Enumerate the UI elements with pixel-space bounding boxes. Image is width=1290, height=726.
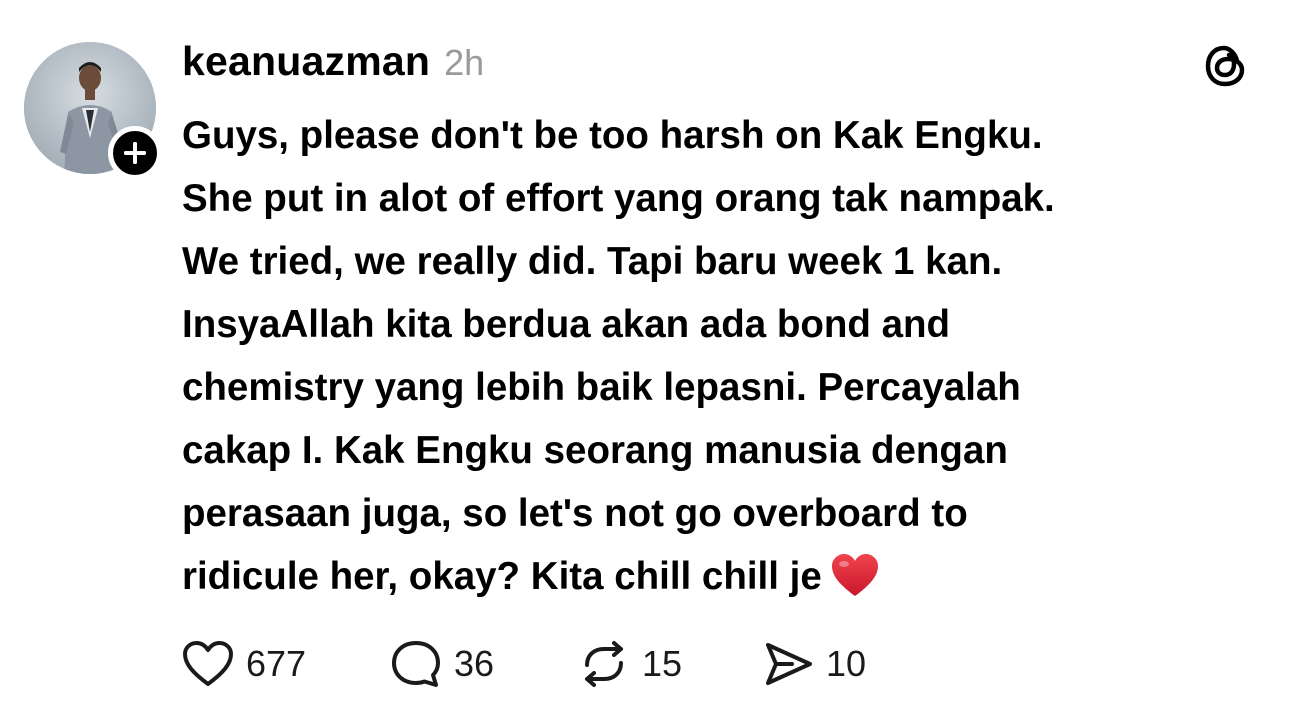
- timestamp: 2h: [444, 42, 485, 83]
- post-line: cakap I. Kak Engku seorang manusia denga…: [182, 429, 1008, 472]
- threads-post: keanuazman 2h Guys, please don't be too …: [0, 0, 1290, 726]
- post-line: ridicule her, okay? Kita chill chill je: [182, 555, 822, 598]
- avatar-container: [24, 42, 162, 180]
- follow-button[interactable]: [108, 126, 162, 180]
- reply-button[interactable]: 36: [390, 639, 578, 689]
- threads-logo-icon[interactable]: [1202, 42, 1250, 90]
- post-body: Guys, please don't be too harsh on Kak E…: [182, 104, 1242, 617]
- like-count: 677: [246, 643, 307, 684]
- username[interactable]: keanuazman: [182, 38, 430, 85]
- reply-count: 36: [454, 643, 495, 684]
- post-line: InsyaAllah kita berdua akan ada bond and: [182, 303, 951, 346]
- share-count: 10: [826, 643, 867, 684]
- action-bar: 677 36 15 10: [182, 636, 892, 692]
- post-header: keanuazman 2h: [182, 38, 484, 88]
- share-button[interactable]: 10: [762, 639, 892, 689]
- post-line: Guys, please don't be too harsh on Kak E…: [182, 114, 1043, 157]
- speech-bubble-icon: [392, 641, 440, 687]
- repost-count: 15: [642, 643, 683, 684]
- repost-icon: [585, 641, 623, 687]
- post-line: perasaan juga, so let's not go overboard…: [182, 492, 968, 535]
- repost-button[interactable]: 15: [578, 639, 762, 689]
- post-line: She put in alot of effort yang orang tak…: [182, 177, 1055, 220]
- like-button[interactable]: 677: [182, 640, 390, 688]
- send-icon: [766, 643, 812, 685]
- post-line: We tried, we really did. Tapi baru week …: [182, 240, 1003, 283]
- plus-icon: [124, 142, 146, 164]
- red-heart-emoji-icon: [830, 552, 880, 617]
- heart-icon: [183, 641, 233, 686]
- post-line: chemistry yang lebih baik lepasni. Perca…: [182, 366, 1021, 409]
